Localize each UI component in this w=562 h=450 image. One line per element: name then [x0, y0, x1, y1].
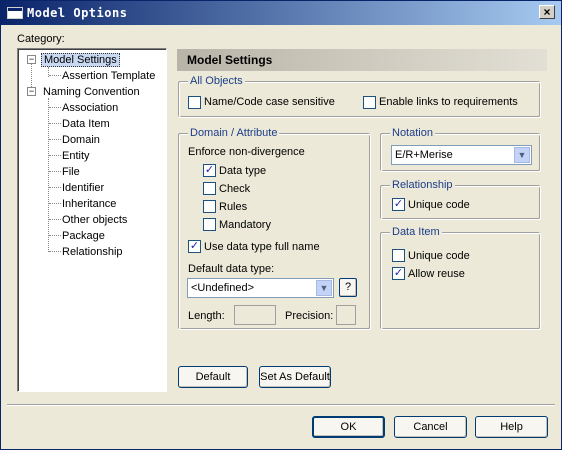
all-objects-title: All Objects [188, 75, 245, 87]
collapse-model-settings-icon[interactable]: − [27, 55, 36, 64]
data-item-unique-code-label: Unique code [408, 250, 470, 262]
tree-item-domain[interactable]: Domain [62, 133, 100, 147]
tree-line [49, 187, 61, 188]
tree-line [49, 139, 61, 140]
window-title: Model Options [27, 6, 128, 20]
tree-item-data-item[interactable]: Data Item [62, 117, 110, 131]
tree-line [49, 75, 61, 76]
tree-item-association[interactable]: Association [62, 101, 118, 115]
rules-checkbox[interactable] [203, 200, 216, 213]
ok-button[interactable]: OK [312, 416, 385, 438]
name-code-case-checkbox[interactable] [188, 96, 201, 109]
mandatory-label: Mandatory [219, 219, 271, 231]
title-bar[interactable]: Model Options × [1, 1, 561, 25]
notation-title: Notation [390, 127, 435, 139]
tree-item-label: Model Settings [41, 53, 120, 67]
data-item-group: Data Item [381, 226, 541, 330]
tree-line [49, 155, 61, 156]
chevron-down-icon[interactable]: ▼ [514, 147, 530, 163]
tree-line [49, 203, 61, 204]
tree-line [49, 171, 61, 172]
precision-label: Precision: [285, 310, 334, 322]
tree-item-model-settings[interactable]: Model Settings [41, 53, 120, 67]
tree-item-relationship[interactable]: Relationship [62, 245, 123, 259]
tree-item-assertion-template[interactable]: Assertion Template [62, 69, 155, 83]
help-button[interactable]: Help [475, 416, 548, 438]
tree-item-identifier[interactable]: Identifier [62, 181, 104, 195]
chevron-down-icon[interactable]: ▼ [316, 280, 332, 296]
default-data-type-label: Default data type: [188, 263, 275, 275]
relationship-unique-code-checkbox[interactable]: ✓ [392, 198, 405, 211]
default-button[interactable]: Default [178, 366, 248, 388]
window-icon [7, 7, 23, 19]
data-type-help-button[interactable]: ? [339, 278, 357, 297]
data-item-title: Data Item [390, 226, 442, 238]
dialog-separator [7, 404, 555, 406]
default-data-type-select[interactable]: <Undefined> ▼ [187, 278, 334, 298]
check-label: Check [219, 183, 251, 195]
allow-reuse-checkbox[interactable]: ✓ [392, 267, 405, 280]
tree-item-file[interactable]: File [62, 165, 80, 179]
enable-links-checkbox[interactable] [363, 96, 376, 109]
tree-item-package[interactable]: Package [62, 229, 105, 243]
tree-item-naming-convention[interactable]: Naming Convention [43, 85, 140, 99]
notation-value: E/R+Merise [395, 149, 453, 161]
tree-line [49, 107, 61, 108]
set-as-default-button[interactable]: Set As Default [259, 366, 331, 388]
use-full-name-checkbox[interactable]: ✓ [188, 240, 201, 253]
default-data-type-value: <Undefined> [191, 282, 254, 294]
collapse-naming-convention-icon[interactable]: − [27, 87, 36, 96]
tree-line [49, 251, 61, 252]
close-button[interactable]: × [539, 5, 555, 19]
use-full-name-label: Use data type full name [204, 241, 320, 253]
relationship-title: Relationship [390, 179, 455, 191]
data-type-label: Data type [219, 165, 267, 177]
domain-attribute-title: Domain / Attribute [188, 127, 280, 139]
name-code-case-label: Name/Code case sensitive [204, 96, 335, 108]
data-item-unique-code-checkbox[interactable] [392, 249, 405, 262]
panel-title: Model Settings [177, 49, 547, 71]
tree-line [48, 98, 49, 252]
category-label: Category: [17, 33, 65, 45]
allow-reuse-label: Allow reuse [408, 268, 465, 280]
length-label: Length: [188, 310, 225, 322]
length-field[interactable] [234, 305, 276, 325]
enforce-non-divergence-label: Enforce non-divergence [188, 146, 305, 158]
tree-item-other-objects[interactable]: Other objects [62, 213, 127, 227]
tree-line [49, 123, 61, 124]
check-checkbox[interactable] [203, 182, 216, 195]
precision-field[interactable] [336, 305, 356, 325]
cancel-button[interactable]: Cancel [394, 416, 467, 438]
data-type-checkbox[interactable]: ✓ [203, 164, 216, 177]
rules-label: Rules [219, 201, 248, 213]
mandatory-checkbox[interactable] [203, 218, 216, 231]
tree-item-entity[interactable]: Entity [62, 149, 90, 163]
tree-line [49, 235, 61, 236]
category-tree[interactable]: − Model Settings Assertion Template − Na… [17, 48, 167, 392]
tree-line [49, 219, 61, 220]
model-options-dialog: Model Options × Category: − Model Settin… [0, 0, 562, 450]
relationship-unique-code-label: Unique code [408, 199, 470, 211]
enable-links-label: Enable links to requirements [379, 96, 518, 108]
tree-item-inheritance[interactable]: Inheritance [62, 197, 116, 211]
notation-select[interactable]: E/R+Merise ▼ [391, 145, 532, 165]
